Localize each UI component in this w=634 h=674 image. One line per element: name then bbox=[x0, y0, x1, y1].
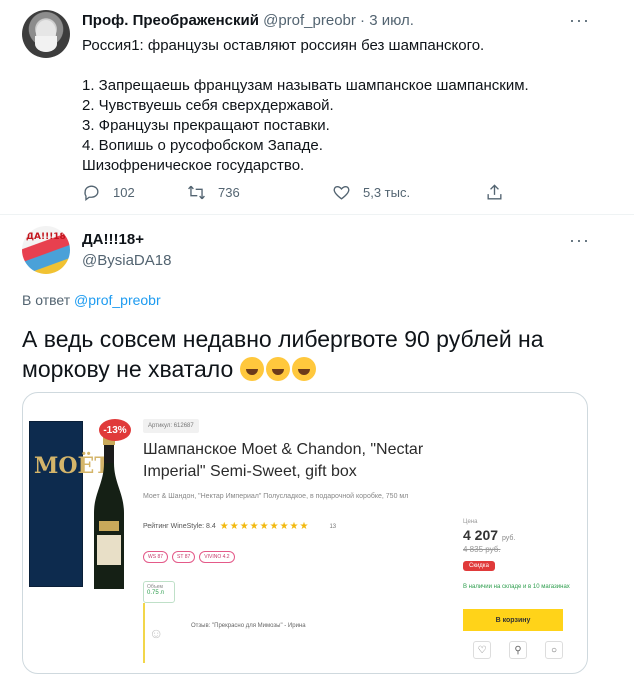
reply-count: 102 bbox=[113, 185, 135, 200]
gift-box-image bbox=[29, 421, 83, 587]
share-button[interactable] bbox=[485, 183, 516, 202]
tweet-line: 2. Чувствуешь себя сверхдержавой. bbox=[82, 97, 334, 114]
volume-value: 0.75 л bbox=[147, 590, 164, 596]
tweet-time[interactable]: 3 июл. bbox=[369, 12, 414, 29]
like-count: 5,3 тыс. bbox=[363, 185, 411, 200]
review-quote: Отзыв: "Прекрасно для Мимозы" - Ирина bbox=[191, 623, 306, 629]
comment-icon: ○ bbox=[545, 641, 563, 659]
share-icon bbox=[487, 184, 502, 200]
tweet-header: Проф. Преображенский @prof_preobr · 3 ию… bbox=[82, 12, 414, 29]
old-price: 4 835 руб. bbox=[463, 545, 501, 554]
original-tweet: Проф. Преображенский @prof_preobr · 3 ию… bbox=[0, 0, 634, 214]
tweet-text: Россия1: французы оставляют россиян без … bbox=[82, 36, 592, 176]
tweet-divider bbox=[0, 214, 634, 215]
reply-more-options-icon[interactable]: ··· bbox=[569, 230, 590, 251]
price: 4 207 руб. bbox=[463, 527, 515, 543]
rofl-emoji-icon bbox=[291, 357, 316, 381]
reply-author-handle[interactable]: @BysiaDA18 bbox=[82, 252, 171, 269]
stock-info: В наличии на складе и в 10 магазинах bbox=[463, 584, 570, 590]
replying-to: В ответ @prof_preobr bbox=[22, 292, 161, 308]
like-button[interactable]: 5,3 тыс. bbox=[332, 183, 410, 202]
reply-mention-link[interactable]: @prof_preobr bbox=[74, 292, 161, 308]
author-avatar[interactable] bbox=[22, 10, 70, 58]
tweet-line: 3. Французы прекращают поставки. bbox=[82, 117, 330, 134]
score-chip: VIVINO 4.2 bbox=[199, 551, 235, 563]
price-label: Цена bbox=[463, 519, 478, 525]
add-to-cart-button: В корзину bbox=[463, 609, 563, 631]
gift-box-brand: MOËT bbox=[34, 453, 111, 479]
article-number: Артикул: 612687 bbox=[143, 419, 199, 433]
rating-label: Рейтинг WineStyle: 8.4 bbox=[143, 523, 216, 530]
reviewer-avatar-icon: ☺ bbox=[149, 625, 164, 641]
tweet-actions: 102 736 5,3 тыс. bbox=[82, 183, 522, 205]
author-handle[interactable]: @prof_preobr bbox=[263, 12, 356, 29]
volume-label: Объем bbox=[147, 584, 163, 590]
tweet-line: Шизофреническое государство. bbox=[82, 157, 305, 174]
heart-icon bbox=[333, 186, 350, 200]
rofl-emoji-icon bbox=[239, 357, 264, 381]
discount-badge: -13% bbox=[99, 419, 131, 441]
compare-icon: ⚲ bbox=[509, 641, 527, 659]
rating-stars-icon: ★★★★★★★★★ bbox=[219, 521, 310, 532]
tweet-line: 1. Запрещаешь французам называть шампанс… bbox=[82, 77, 529, 94]
avatar-tag-text: ДА!!!18 bbox=[26, 232, 66, 242]
reply-icon bbox=[84, 185, 99, 201]
more-options-icon[interactable]: ··· bbox=[569, 10, 590, 31]
reply-prefix: В ответ bbox=[22, 292, 71, 308]
retweet-icon bbox=[188, 185, 205, 200]
reply-tweet-text: А ведь совсем недавно либерrвоте 90 рубл… bbox=[22, 324, 602, 384]
retweet-count: 736 bbox=[218, 185, 240, 200]
score-chips: WS 87 ST 87 VIVINO 4.2 bbox=[143, 551, 235, 563]
rating-count: 13 bbox=[329, 523, 337, 530]
product-subtitle: Моет & Шандон, "Нектар Империал" Полусла… bbox=[143, 493, 409, 500]
retweet-button[interactable]: 736 bbox=[187, 183, 240, 202]
reply-author-avatar[interactable]: ДА!!!18 bbox=[22, 226, 70, 274]
product-actions: ♡ ⚲ ○ bbox=[473, 641, 563, 659]
price-value: 4 207 bbox=[463, 527, 499, 543]
volume-box: Объем 0.75 л bbox=[143, 581, 175, 603]
attached-image[interactable]: MOËT -13% Артикул: 612687 Шампанское Moe… bbox=[22, 392, 588, 674]
tweet-line bbox=[82, 56, 592, 76]
score-chip: ST 87 bbox=[172, 551, 196, 563]
tweet-line: 4. Вопишь о русофобском Западе. bbox=[82, 137, 323, 154]
avatar-beard bbox=[35, 36, 57, 52]
product-title: Шампанское Moet & Chandon, "Nectar Imper… bbox=[143, 441, 424, 480]
price-unit: руб. bbox=[501, 535, 516, 542]
product-rating: Рейтинг WineStyle: 8.4 ★★★★★★★★★ 13 bbox=[143, 521, 336, 532]
separator-dot: · bbox=[360, 12, 366, 29]
score-chip: WS 87 bbox=[143, 551, 169, 563]
reply-author-name[interactable]: ДА!!!18+ bbox=[82, 231, 144, 248]
tweet-line: Россия1: французы оставляют россиян без … bbox=[82, 37, 485, 54]
review-accent-line bbox=[143, 603, 145, 663]
reply-button[interactable]: 102 bbox=[82, 183, 135, 202]
favorite-icon: ♡ bbox=[473, 641, 491, 659]
sale-tag: Скидка bbox=[463, 561, 495, 571]
author-name[interactable]: Проф. Преображенский bbox=[82, 12, 259, 29]
champagne-bottle-image bbox=[94, 423, 124, 589]
rofl-emoji-icon bbox=[265, 357, 290, 381]
